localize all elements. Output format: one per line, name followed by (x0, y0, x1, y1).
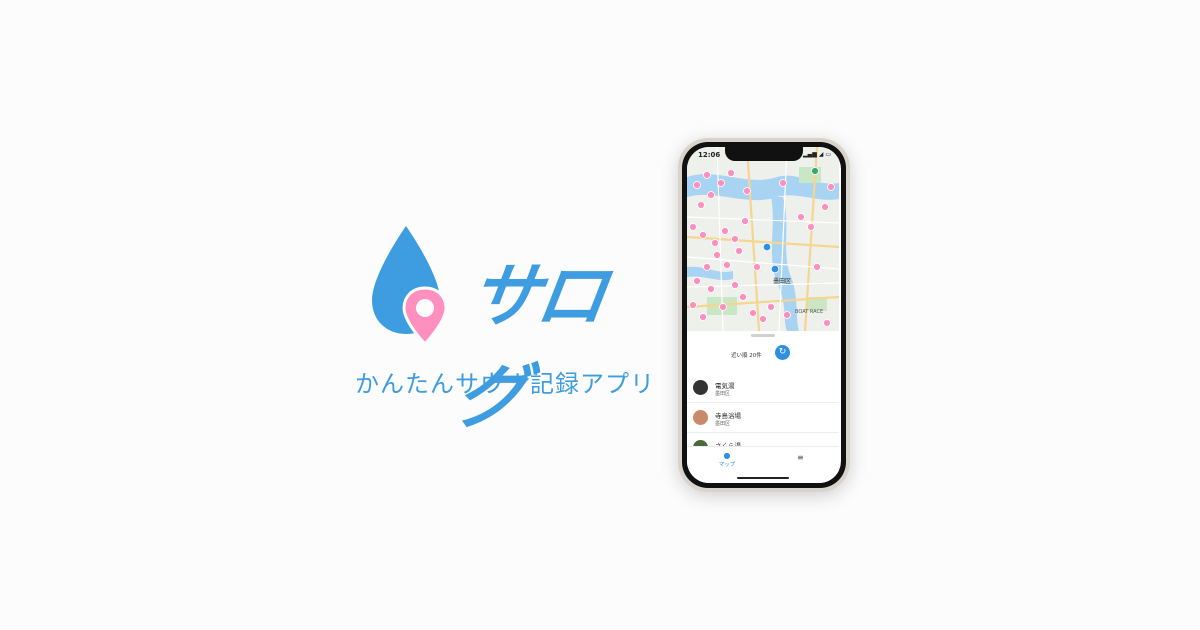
app-screen: 12:06 ▂▄▆ ◢ ▭ 墨田区 BOAT RACE 近い順 20件 ↻ 電気… (687, 147, 841, 483)
refresh-button[interactable]: ↻ (775, 345, 790, 360)
status-time: 12:06 (698, 151, 721, 159)
list-item[interactable]: 電気湯 墨田区 (687, 373, 839, 403)
refresh-icon: ↻ (778, 347, 787, 357)
location-pin-icon: ● (723, 451, 731, 460)
avatar (693, 380, 708, 395)
station-marker-icon (811, 167, 819, 175)
list-item-name: 電気湯 (715, 382, 735, 390)
app-logo: サログ (368, 222, 628, 438)
list-icon: ≡ (797, 453, 804, 462)
tab-map[interactable]: ● マップ (715, 451, 739, 468)
avatar (693, 410, 708, 425)
drop-pin-logo-icon (372, 226, 448, 347)
sheet-drag-handle[interactable] (751, 334, 775, 337)
list-item[interactable]: 寺島浴場 墨田区 (687, 403, 839, 433)
list-item-ward: 墨田区 (715, 421, 731, 427)
status-icons: ▂▄▆ ◢ ▭ (803, 151, 831, 158)
nearby-count-label: 近い順 20件 (731, 353, 762, 359)
sauna-map[interactable]: 墨田区 BOAT RACE (687, 147, 839, 331)
tab-map-label: マップ (718, 462, 736, 468)
logo-wordmark: サログ (450, 255, 609, 438)
tab-list[interactable]: ≡ (797, 453, 804, 462)
map-label-boat: BOAT RACE (795, 309, 823, 315)
tab-bar: ● マップ ≡ (687, 446, 839, 483)
phone-mockup: 12:06 ▂▄▆ ◢ ▭ 墨田区 BOAT RACE 近い順 20件 ↻ 電気… (678, 138, 850, 492)
list-item-ward: 墨田区 (715, 391, 731, 397)
list-item-name: 寺島浴場 (715, 412, 741, 420)
map-label-ward: 墨田区 (773, 278, 791, 285)
home-indicator (737, 477, 789, 479)
phone-notch (725, 147, 803, 161)
tagline: かんたんサウナ記録アプリ (355, 370, 655, 398)
